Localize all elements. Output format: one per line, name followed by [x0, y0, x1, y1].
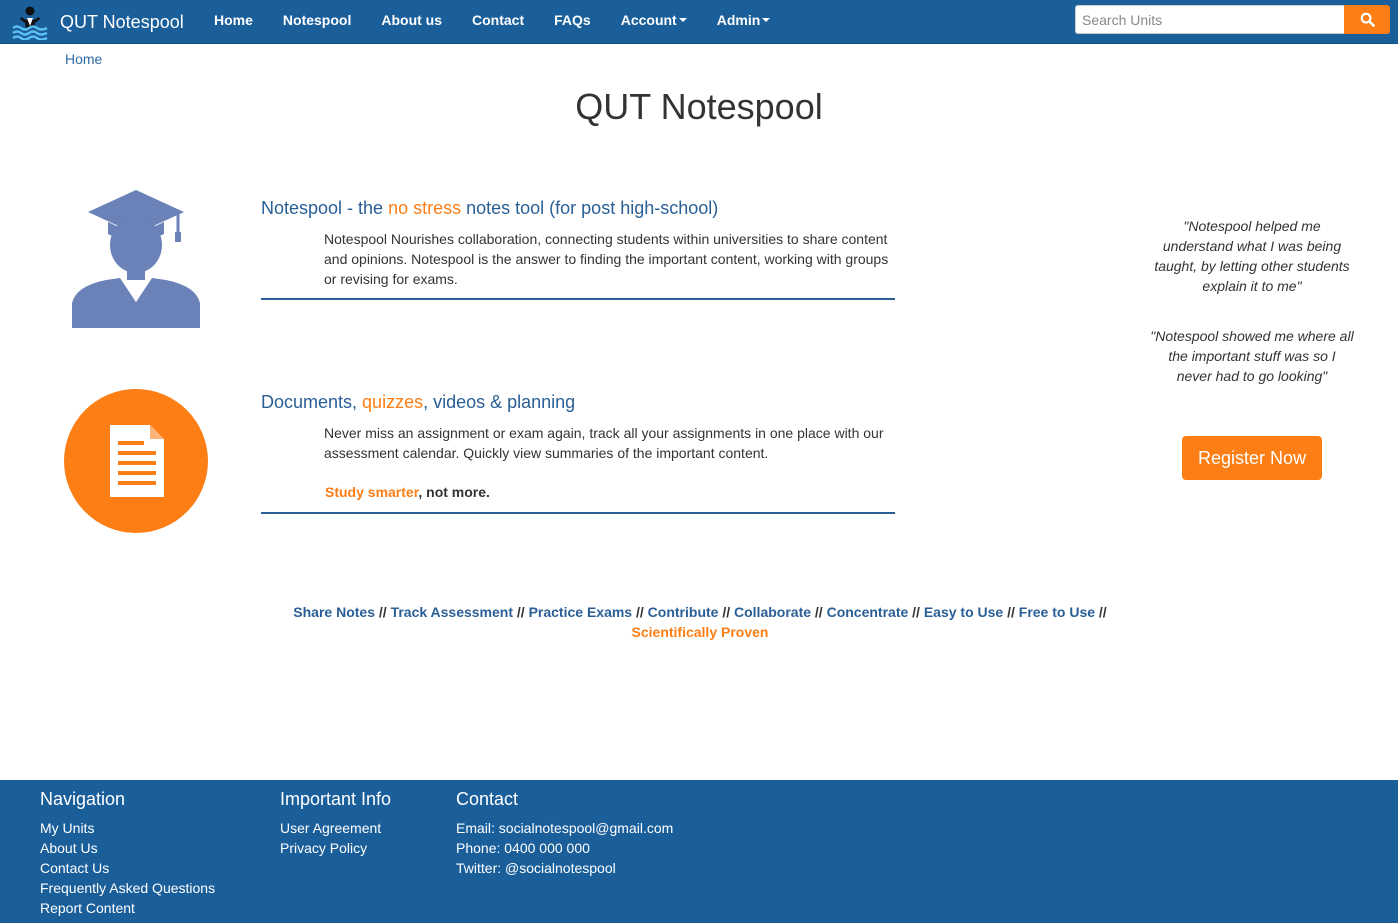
document-icon — [64, 389, 208, 533]
tagline-item: Collaborate — [734, 604, 812, 620]
footer-link-about-us[interactable]: About Us — [40, 838, 215, 858]
nav-notespool[interactable]: Notespool — [268, 0, 366, 44]
feature-heading: Notespool - the no stress notes tool (fo… — [261, 198, 718, 219]
feature-heading-highlight: no stress — [388, 198, 462, 218]
footer-contact-title: Contact — [456, 789, 519, 809]
tagline-separator: // — [632, 604, 648, 620]
testimonial-quote: "Notespool helped me understand what I w… — [1154, 218, 1350, 294]
tagline-item: Easy to Use — [923, 604, 1004, 620]
footer-navigation-title: Navigation — [40, 789, 126, 809]
feature-divider — [261, 298, 895, 300]
footer-link-user-agreement[interactable]: User Agreement — [280, 818, 391, 838]
nav-home[interactable]: Home — [199, 0, 268, 44]
footer-contact-twitter: Twitter: @socialnotespool — [456, 860, 616, 876]
feature-heading-part: notes tool (for post high-school) — [461, 198, 719, 218]
nav-faqs-label: FAQs — [554, 12, 591, 28]
tagline-item-highlight: Scientifically Proven — [631, 624, 769, 640]
brand-link[interactable]: QUT Notespool — [12, 0, 184, 44]
nav-about-us[interactable]: About us — [366, 0, 457, 44]
tagline-separator: // — [811, 604, 827, 620]
footer-link-my-units[interactable]: My Units — [40, 818, 215, 838]
feature-heading-part: , videos & planning — [423, 392, 576, 412]
footer-link-faq[interactable]: Frequently Asked Questions — [40, 878, 215, 898]
search-button[interactable] — [1344, 5, 1390, 34]
nav-about-us-label: About us — [381, 12, 443, 28]
footer-contact-phone: Phone: 0400 000 000 — [456, 840, 590, 856]
feature-description: Notespool Nourishes collaboration, conne… — [324, 231, 889, 287]
feature-tagline: Share Notes // Track Assessment // Pract… — [270, 602, 1130, 642]
feature-divider — [261, 512, 895, 514]
graduate-icon — [72, 190, 200, 328]
search-icon — [1360, 12, 1375, 27]
caret-down-icon — [762, 18, 771, 22]
top-navbar: QUT Notespool Home Notespool About us Co… — [0, 0, 1398, 44]
tagline-separator: // — [718, 604, 734, 620]
site-footer: Navigation My Units About Us Contact Us … — [0, 780, 1398, 923]
footer-link-privacy-policy[interactable]: Privacy Policy — [280, 838, 391, 858]
nav-contact[interactable]: Contact — [457, 0, 539, 44]
footer-info-title: Important Info — [280, 789, 392, 809]
testimonial-quote: "Notespool showed me where all the impor… — [1150, 328, 1354, 384]
nav-home-label: Home — [214, 12, 253, 28]
nav-faqs[interactable]: FAQs — [539, 0, 606, 44]
feature-heading-part: Notespool - the — [261, 198, 389, 218]
tagline-item: Practice Exams — [528, 604, 633, 620]
tagline-item: Share Notes — [293, 604, 375, 620]
tagline-separator: // — [1095, 604, 1107, 620]
caret-down-icon — [678, 18, 687, 22]
tagline-separator: // — [908, 604, 924, 620]
study-smarter-highlight: Study smarter — [325, 484, 419, 500]
page-title: QUT Notespool — [575, 86, 823, 127]
swimmer-wave-logo-icon — [12, 6, 48, 40]
footer-link-report-content[interactable]: Report Content — [40, 898, 215, 918]
study-smarter-line: Study smarter, not more. — [325, 484, 490, 500]
footer-contact-email: Email: socialnotespool@gmail.com — [456, 820, 674, 836]
tagline-item: Contribute — [647, 604, 719, 620]
main-nav: Home Notespool About us Contact FAQs Acc… — [199, 0, 785, 44]
nav-admin-label: Admin — [716, 12, 761, 28]
feature-description: Never miss an assignment or exam again, … — [324, 425, 884, 461]
nav-admin-dropdown[interactable]: Admin — [702, 0, 786, 44]
nav-contact-label: Contact — [472, 12, 525, 28]
tagline-separator: // — [375, 604, 391, 620]
tagline-item: Track Assessment — [390, 604, 514, 620]
feature-heading-part: Documents, — [261, 392, 363, 412]
footer-important-info: Important Info User Agreement Privacy Po… — [280, 789, 391, 858]
footer-link-contact-us[interactable]: Contact Us — [40, 858, 215, 878]
feature-heading: Documents, quizzes, videos & planning — [261, 392, 575, 413]
tagline-separator: // — [513, 604, 529, 620]
footer-contact: Contact Email: socialnotespool@gmail.com… — [456, 789, 673, 878]
footer-navigation: Navigation My Units About Us Contact Us … — [40, 789, 215, 918]
search-input[interactable] — [1075, 5, 1344, 34]
tagline-separator: // — [1003, 604, 1019, 620]
breadcrumb-home[interactable]: Home — [65, 51, 102, 67]
feature-heading-highlight: quizzes — [362, 392, 424, 412]
tagline-item: Free to Use — [1018, 604, 1096, 620]
search-form — [1075, 5, 1390, 34]
register-now-button[interactable]: Register Now — [1182, 436, 1322, 480]
brand-name: QUT Notespool — [60, 11, 184, 32]
nav-account-label: Account — [620, 12, 677, 28]
nav-account-dropdown[interactable]: Account — [606, 0, 702, 44]
study-smarter-rest: , not more. — [418, 484, 490, 500]
nav-notespool-label: Notespool — [282, 12, 352, 28]
tagline-item: Concentrate — [826, 604, 909, 620]
